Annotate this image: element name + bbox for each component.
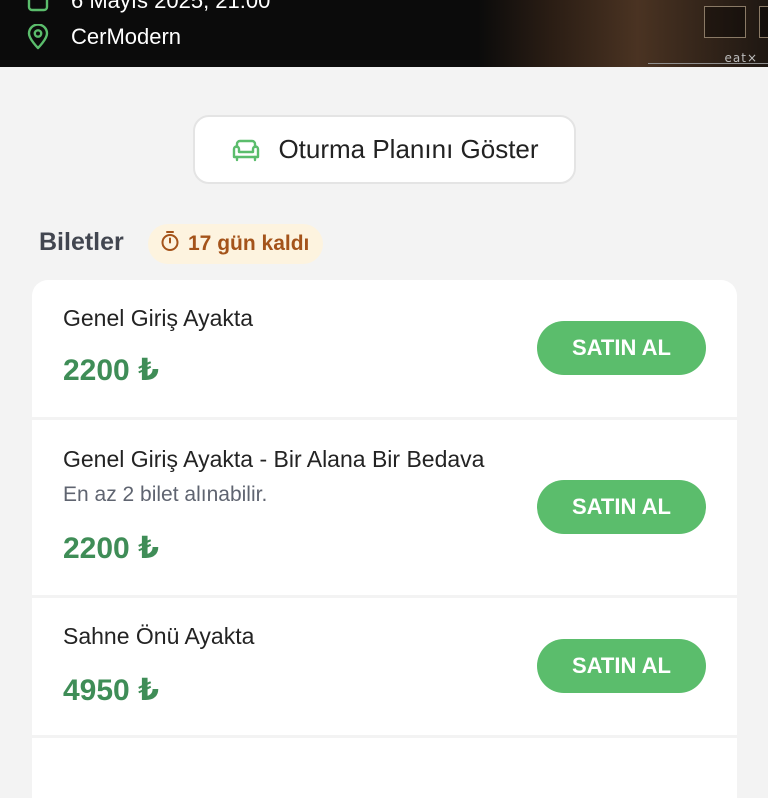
- ticket-name: Genel Giriş Ayakta - Bir Alana Bir Bedav…: [63, 446, 485, 472]
- sofa-icon: [230, 134, 262, 166]
- location-pin-icon: [25, 24, 51, 50]
- buy-ticket-button[interactable]: SATIN AL: [537, 480, 706, 534]
- ticket-price: 2200 ₺: [63, 354, 159, 387]
- ticket-card: Genel Giriş Ayakta 2200 ₺ SATIN AL: [32, 280, 737, 417]
- ticket-price: 4950 ₺: [63, 674, 159, 707]
- show-seating-plan-label: Oturma Planını Göster: [278, 134, 539, 164]
- ticket-price: 2200 ₺: [63, 532, 159, 565]
- buy-ticket-button[interactable]: SATIN AL: [537, 639, 706, 693]
- countdown-text: 17 gün kaldı: [188, 232, 310, 255]
- ticket-name: Genel Giriş Ayakta: [63, 305, 254, 331]
- event-date-row: 6 Mayıs 2025, 21:00: [25, 0, 270, 14]
- banner-logo-text: eat×: [724, 51, 758, 65]
- banner-poster-left: [704, 6, 746, 38]
- event-venue-row[interactable]: CerModern: [25, 24, 181, 50]
- banner-poster-right: [759, 6, 768, 38]
- event-venue[interactable]: CerModern: [71, 24, 181, 50]
- ticket-card: Genel Giriş Ayakta - Bir Alana Bir Bedav…: [32, 420, 737, 595]
- event-header: eat× 6 Mayıs 2025, 21:00 CerModern: [0, 0, 768, 67]
- stopwatch-icon: [160, 230, 180, 258]
- calendar-icon: [25, 0, 51, 14]
- ticket-name: Sahne Önü Ayakta: [63, 623, 255, 649]
- buy-ticket-button[interactable]: SATIN AL: [537, 321, 706, 375]
- ticket-card: Sahne Önü Ayakta 4950 ₺ SATIN AL: [32, 598, 737, 735]
- event-banner-image: eat×: [478, 0, 768, 67]
- ticket-card-partial: [32, 738, 737, 798]
- ticket-note: En az 2 bilet alınabilir.: [63, 483, 268, 506]
- event-date: 6 Mayıs 2025, 21:00: [71, 0, 271, 13]
- show-seating-plan-button[interactable]: Oturma Planını Göster: [193, 115, 576, 184]
- countdown-badge: 17 gün kaldı: [148, 224, 324, 264]
- tickets-title: Biletler: [39, 228, 124, 256]
